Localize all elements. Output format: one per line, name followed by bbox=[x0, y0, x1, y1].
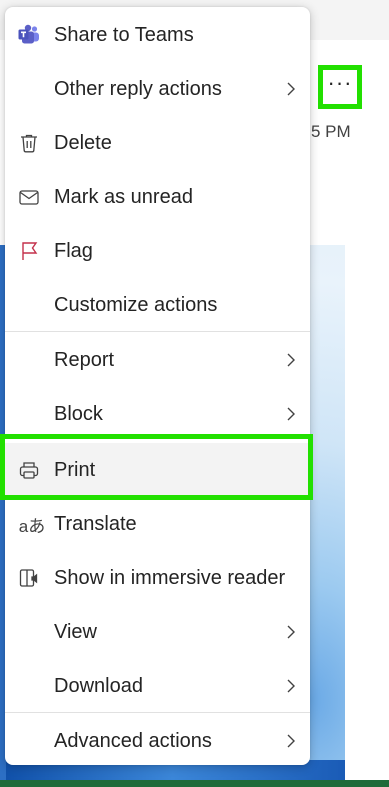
menu-item-label: View bbox=[54, 620, 97, 643]
menu-item-delete[interactable]: Delete bbox=[5, 116, 310, 170]
menu-item-other-reply-actions[interactable]: Other reply actions bbox=[5, 62, 310, 116]
teams-icon bbox=[17, 23, 41, 47]
menu-divider bbox=[5, 712, 310, 713]
menu-item-label: Customize actions bbox=[54, 293, 218, 316]
menu-item-label: Delete bbox=[54, 131, 112, 154]
menu-item-block[interactable]: Block bbox=[5, 387, 310, 441]
immersive-reader-icon bbox=[17, 566, 41, 590]
menu-item-translate[interactable]: aあ Translate bbox=[5, 497, 310, 551]
menu-divider bbox=[5, 331, 310, 332]
menu-item-flag[interactable]: Flag bbox=[5, 224, 310, 278]
message-time: 5 PM bbox=[311, 122, 351, 141]
envelope-icon bbox=[17, 185, 41, 209]
menu-item-label: Block bbox=[54, 402, 103, 425]
menu-item-label: Other reply actions bbox=[54, 77, 222, 100]
menu-item-label: Flag bbox=[54, 239, 93, 262]
menu-item-label: Mark as unread bbox=[54, 185, 193, 208]
more-actions-button[interactable]: ··· bbox=[318, 65, 362, 109]
flag-icon bbox=[17, 239, 41, 263]
menu-item-label: Download bbox=[54, 674, 143, 697]
menu-item-label: Advanced actions bbox=[54, 729, 212, 752]
menu-item-immersive-reader[interactable]: Show in immersive reader bbox=[5, 551, 310, 605]
menu-item-report[interactable]: Report bbox=[5, 333, 310, 387]
menu-item-view[interactable]: View bbox=[5, 605, 310, 659]
window-bottom-bar bbox=[0, 780, 389, 787]
chevron-right-icon bbox=[287, 407, 295, 421]
print-highlight-frame bbox=[0, 434, 313, 500]
chevron-right-icon bbox=[287, 353, 295, 367]
more-actions-menu: Share to Teams Other reply actions Delet… bbox=[5, 7, 310, 765]
menu-item-label: Translate bbox=[54, 512, 137, 535]
chevron-right-icon bbox=[287, 734, 295, 748]
menu-item-label: Share to Teams bbox=[54, 23, 194, 46]
translate-icon: aあ bbox=[18, 516, 46, 536]
menu-item-label: Report bbox=[54, 348, 115, 371]
menu-item-mark-as-unread[interactable]: Mark as unread bbox=[5, 170, 310, 224]
chevron-right-icon bbox=[287, 82, 295, 96]
menu-item-advanced-actions[interactable]: Advanced actions bbox=[5, 714, 310, 768]
menu-item-download[interactable]: Download bbox=[5, 659, 310, 713]
menu-item-share-to-teams[interactable]: Share to Teams bbox=[5, 8, 310, 62]
chevron-right-icon bbox=[287, 625, 295, 639]
menu-item-label: Show in immersive reader bbox=[54, 566, 286, 589]
chevron-right-icon bbox=[287, 679, 295, 693]
trash-icon bbox=[17, 131, 41, 155]
menu-item-customize-actions[interactable]: Customize actions bbox=[5, 278, 310, 332]
